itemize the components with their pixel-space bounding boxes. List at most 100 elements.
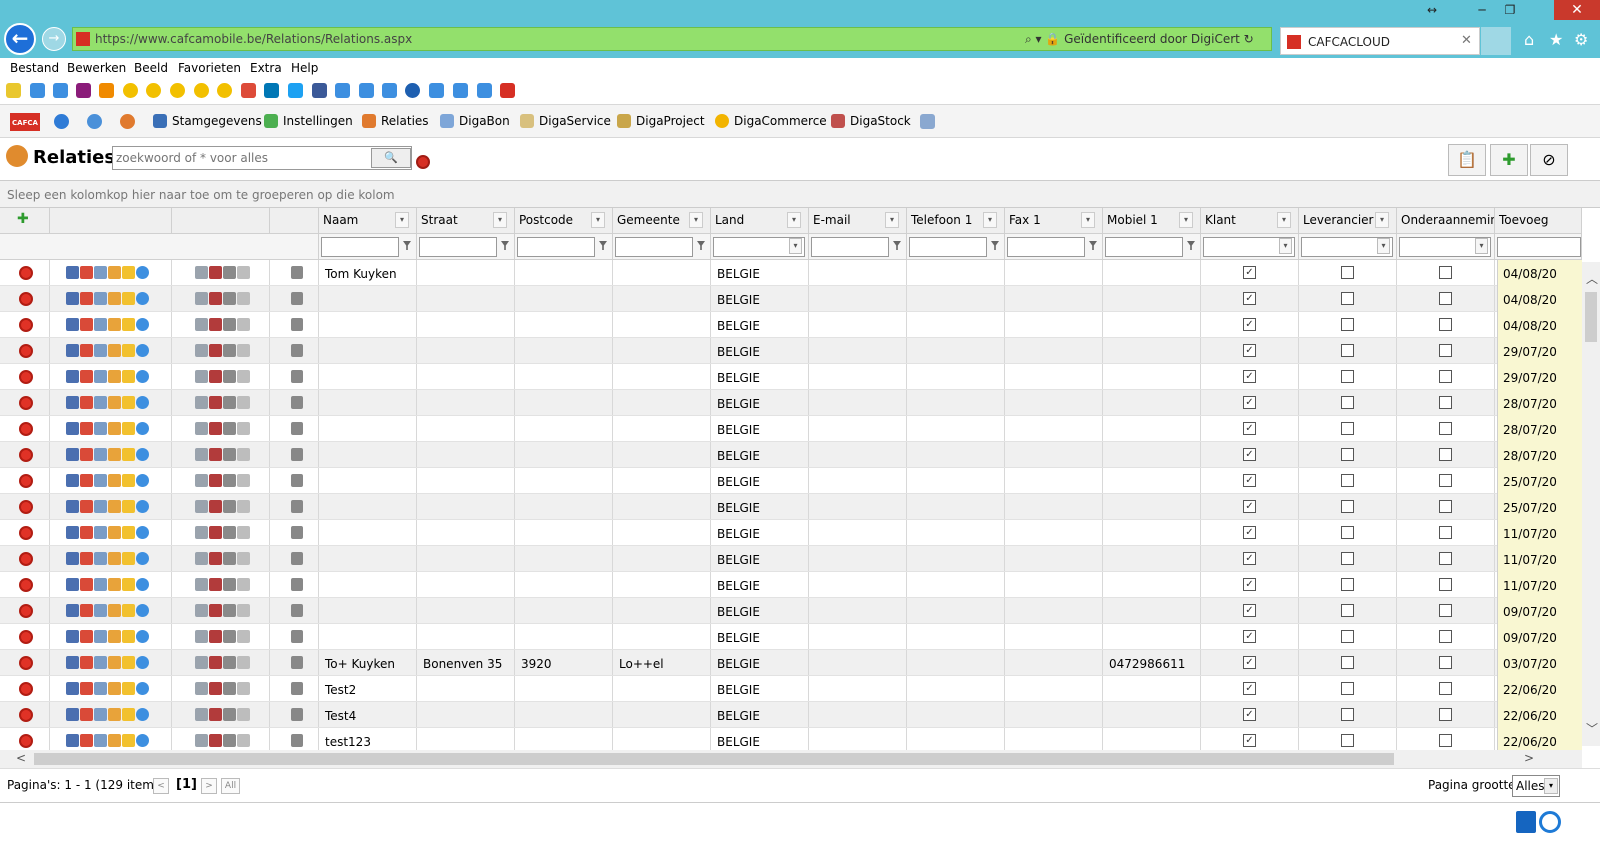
onderaanneming-checkbox[interactable] [1439,292,1452,305]
no-document-icon[interactable] [209,396,222,409]
add-favorite-icon[interactable] [6,83,21,98]
cell-land[interactable]: BELGIE [717,657,760,671]
delete-row-icon[interactable] [19,292,33,306]
transfer-icon[interactable] [80,734,93,747]
mail-icon[interactable] [94,474,107,487]
onderaanneming-checkbox[interactable] [1439,344,1452,357]
nav-digacommerce[interactable]: DigaCommerce [715,114,827,128]
users-icon[interactable] [108,604,121,617]
folder-icon[interactable] [122,370,135,383]
cell-toevoeg[interactable]: 22/06/20 [1497,702,1582,728]
document-icon[interactable] [195,292,208,305]
cell-gemeente[interactable]: Lo++el [619,657,664,671]
clear-search-icon[interactable] [416,155,430,169]
new-tab-button[interactable] [1481,27,1511,55]
cell-land[interactable]: BELGIE [717,345,760,359]
users-icon[interactable] [108,578,121,591]
resize-icon[interactable]: ↔ [1418,0,1446,20]
leverancier-checkbox[interactable] [1341,656,1354,669]
users-icon[interactable] [108,448,121,461]
cell-toevoeg[interactable]: 28/07/20 [1497,390,1582,416]
vertical-scrollbar[interactable]: ︿ ﹀ [1582,262,1600,746]
transfer-icon[interactable] [80,422,93,435]
document-icon[interactable] [195,370,208,383]
document-icon[interactable] [195,474,208,487]
search-button[interactable]: 🔍 [371,148,411,168]
hierarchy-icon[interactable] [291,630,303,643]
users-icon[interactable] [108,552,121,565]
leverancier-checkbox[interactable] [1341,630,1354,643]
nav-digabon[interactable]: DigaBon [440,114,510,128]
cell-naam[interactable]: Tom Kuyken [325,267,397,281]
table-icon[interactable] [66,578,79,591]
no-document-icon[interactable] [209,734,222,747]
klant-checkbox[interactable]: ✓ [1243,266,1256,279]
checklist-icon[interactable] [920,114,935,129]
table-row[interactable]: BELGIE ✓ 25/07/20 [0,494,1582,520]
nav-instellingen[interactable]: Instellingen [264,114,353,128]
hierarchy-icon[interactable] [291,734,303,747]
menu-bewerken[interactable]: Bewerken [67,61,126,75]
table-row[interactable]: BELGIE ✓ 25/07/20 [0,468,1582,494]
transfer-icon[interactable] [80,682,93,695]
cell-toevoeg[interactable]: 29/07/20 [1497,364,1582,390]
onderaanneming-checkbox[interactable] [1439,370,1452,383]
leverancier-checkbox[interactable] [1341,448,1354,461]
column-header-naam[interactable]: Naam ▾ [319,208,417,234]
no-document-icon[interactable] [209,708,222,721]
filter-funnel-icon[interactable] [1187,241,1195,250]
nav-stamgegevens[interactable]: Stamgegevens [153,114,262,128]
transfer-icon[interactable] [80,266,93,279]
forward-button[interactable]: → [42,27,66,51]
ie-icon[interactable] [30,83,45,98]
delete-row-icon[interactable] [19,500,33,514]
archive-icon[interactable] [237,318,250,331]
hierarchy-icon[interactable] [291,292,303,305]
leverancier-checkbox[interactable] [1341,318,1354,331]
back-button[interactable]: ← [4,23,36,55]
users-icon[interactable] [108,318,121,331]
cell-toevoeg[interactable]: 25/07/20 [1497,468,1582,494]
scroll-down-icon[interactable]: ﹀ [1586,720,1598,737]
users-icon[interactable] [108,474,121,487]
no-document-icon[interactable] [209,370,222,383]
cell-naam[interactable]: Test2 [325,683,356,697]
scroll-left-icon[interactable]: < [16,751,26,765]
users-icon[interactable] [108,396,121,409]
nav-relaties[interactable]: Relaties [362,114,429,128]
tag-icon[interactable] [223,448,236,461]
refresh-icon[interactable] [1539,811,1561,833]
menu-favorieten[interactable]: Favorieten [178,61,241,75]
users-icon[interactable] [108,734,121,747]
hierarchy-icon[interactable] [291,422,303,435]
h-icon[interactable] [76,83,91,98]
no-document-icon[interactable] [209,344,222,357]
tag-icon[interactable] [223,292,236,305]
document-icon[interactable] [195,552,208,565]
document-icon[interactable] [195,344,208,357]
klant-checkbox[interactable]: ✓ [1243,578,1256,591]
tag-icon[interactable] [223,708,236,721]
column-header-gemeente[interactable]: Gemeente ▾ [613,208,711,234]
klant-checkbox[interactable]: ✓ [1243,318,1256,331]
archive-icon[interactable] [237,474,250,487]
table-icon[interactable] [66,604,79,617]
column-header-klant[interactable]: Klant ▾ [1201,208,1299,234]
leverancier-checkbox[interactable] [1341,604,1354,617]
cell-toevoeg[interactable]: 29/07/20 [1497,338,1582,364]
mail-icon[interactable] [94,292,107,305]
column-menu-icon[interactable]: ▾ [689,212,703,228]
cafca-logo[interactable]: CAFCA [10,113,40,131]
transfer-icon[interactable] [80,604,93,617]
mail-icon[interactable] [94,708,107,721]
tag-icon[interactable] [223,578,236,591]
hierarchy-icon[interactable] [291,656,303,669]
transfer-icon[interactable] [80,526,93,539]
ie-icon[interactable] [382,83,397,98]
globe-icon[interactable] [136,630,149,643]
klant-checkbox[interactable]: ✓ [1243,630,1256,643]
menu-extra[interactable]: Extra [250,61,282,75]
table-icon[interactable] [66,500,79,513]
mail-icon[interactable] [94,266,107,279]
table-row[interactable]: BELGIE ✓ 29/07/20 [0,338,1582,364]
